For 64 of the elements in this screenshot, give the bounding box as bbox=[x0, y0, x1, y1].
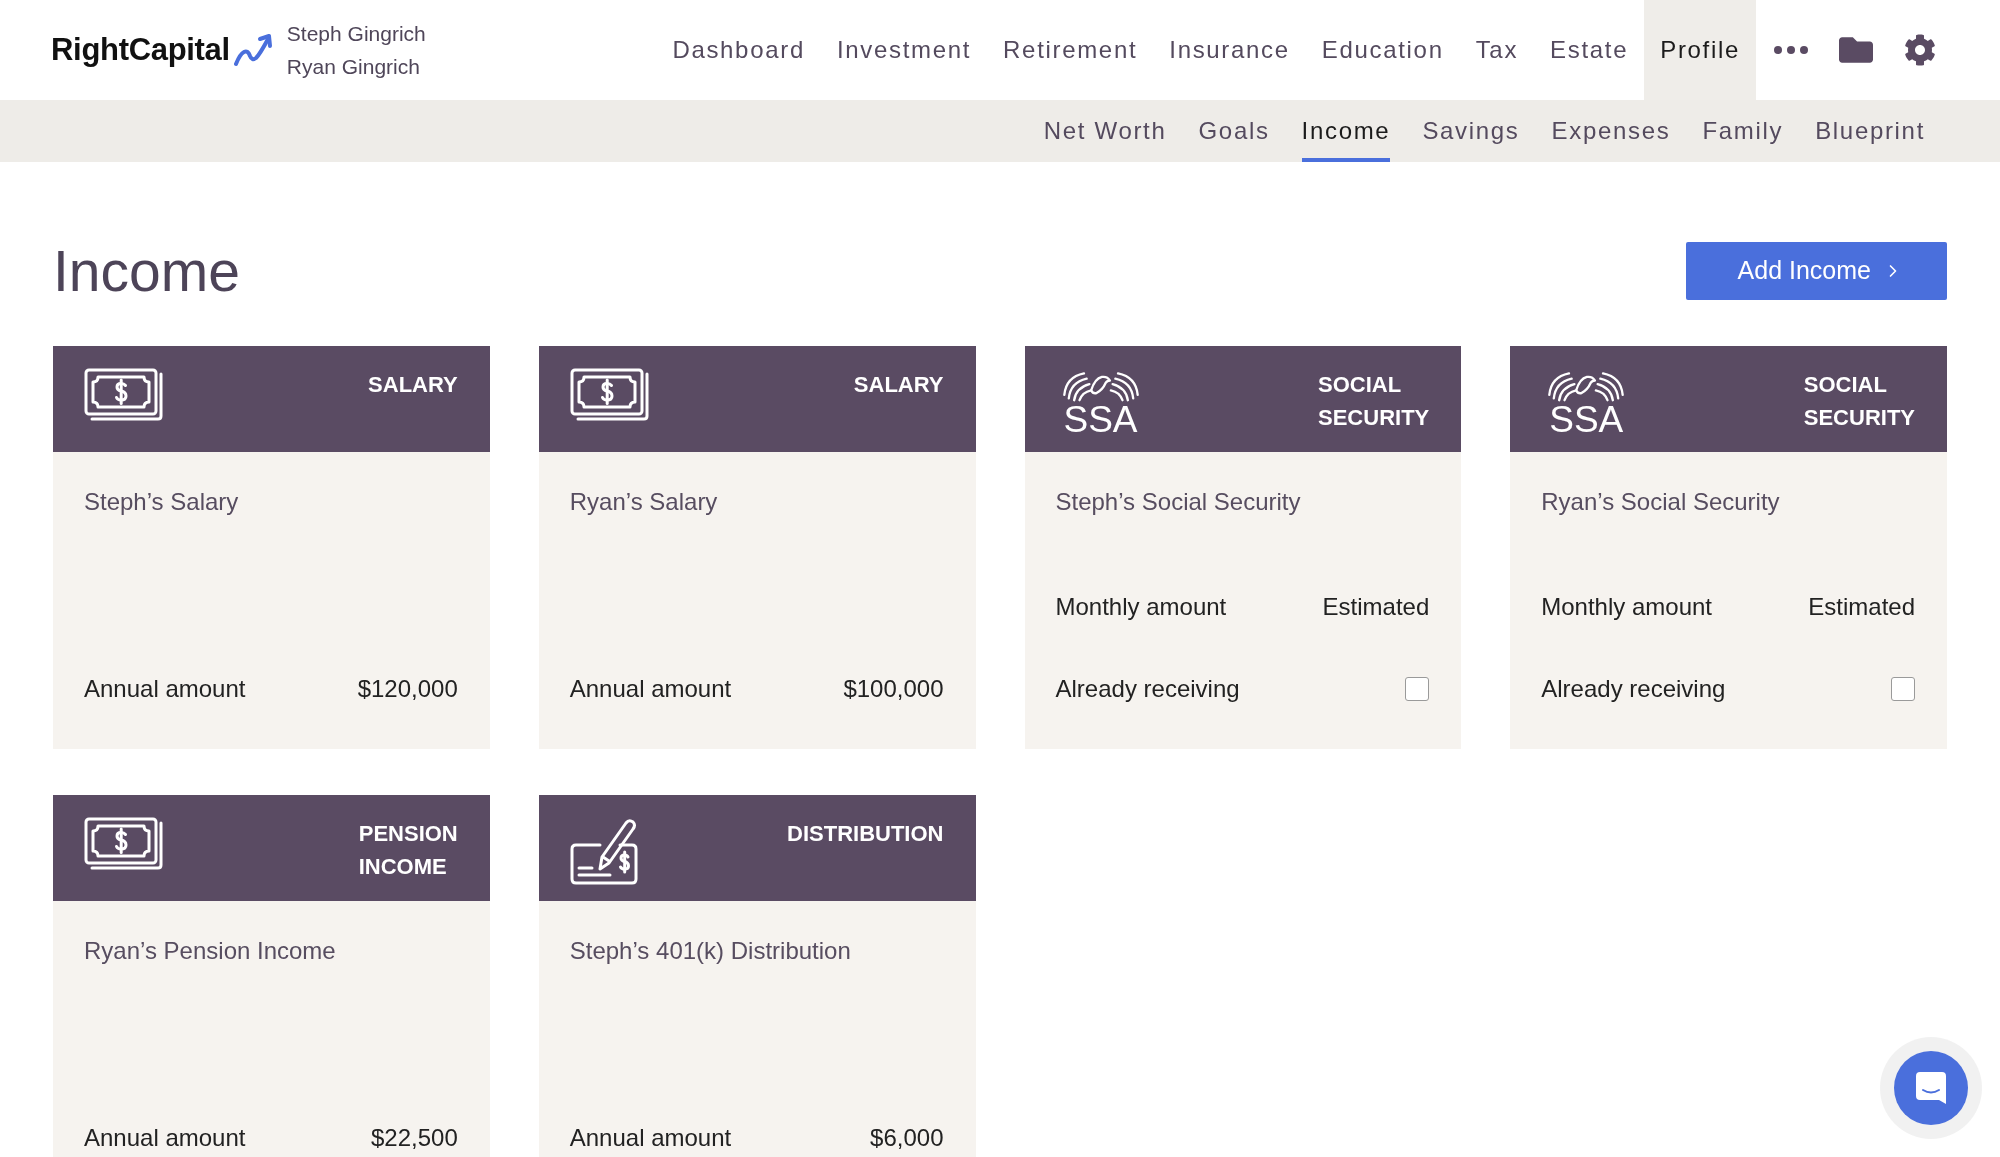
row-label: Already receiving bbox=[1055, 675, 1240, 703]
cheque-pen-icon bbox=[569, 817, 640, 885]
settings-icon[interactable] bbox=[1904, 34, 1936, 66]
sub-tab[interactable]: Savings bbox=[1422, 100, 1520, 162]
row-label: Annual amount bbox=[569, 675, 732, 703]
row-value: Estimated bbox=[1808, 593, 1915, 621]
nav-tab[interactable]: Dashboard bbox=[656, 0, 821, 100]
nav-tab[interactable]: Insurance bbox=[1153, 0, 1306, 100]
row-label: Already receiving bbox=[1541, 675, 1726, 703]
card-title: Steph’s 401(k) Distribution bbox=[569, 937, 852, 965]
logo-text: SSA bbox=[1063, 405, 1138, 435]
card-title: Steph’s Salary bbox=[84, 488, 240, 516]
nav-tab[interactable]: Profile bbox=[1644, 0, 1756, 100]
sub-tab[interactable]: Expenses bbox=[1551, 100, 1671, 162]
card-category: SALARY bbox=[853, 371, 944, 399]
card-title: Ryan’s Salary bbox=[569, 488, 719, 516]
chat-icon bbox=[1916, 1072, 1946, 1104]
income-card[interactable]: SSA SOCIAL SECURITY Steph’s Social Security Monthly amount Estimated Already receiving bbox=[1024, 346, 1462, 749]
sub-tab[interactable]: Goals bbox=[1198, 100, 1270, 162]
row-value: $120,000 bbox=[357, 675, 458, 703]
card-category: DISTRIBUTION bbox=[787, 820, 944, 848]
checkbox[interactable] bbox=[1891, 677, 1915, 701]
logo-arrow-icon bbox=[232, 33, 273, 67]
client-name: Ryan Gingrich bbox=[286, 54, 421, 80]
nav-tab[interactable]: Estate bbox=[1534, 0, 1645, 100]
row-label: Annual amount bbox=[569, 1124, 732, 1152]
card-title: Ryan’s Social Security bbox=[1541, 488, 1781, 516]
row-label: Annual amount bbox=[84, 675, 246, 703]
row-value: $100,000 bbox=[843, 675, 944, 703]
income-card[interactable]: SALARY Steph’s Salary Annual amount $120,000 bbox=[53, 346, 490, 749]
client-name: Steph Gingrich bbox=[286, 21, 426, 47]
card-title: Steph’s Social Security bbox=[1055, 488, 1302, 516]
income-card[interactable]: SSA SOCIAL SECURITY Ryan’s Social Security Monthly amount Estimated Already receiving bbox=[1510, 346, 1947, 749]
row-value: $22,500 bbox=[371, 1124, 458, 1152]
more-icon[interactable] bbox=[1774, 46, 1808, 54]
card-category: SALARY bbox=[368, 371, 458, 399]
logo-wordmark: RightCapital bbox=[51, 30, 230, 69]
card-category: SOCIAL SECURITY bbox=[1318, 371, 1430, 432]
sub-tab[interactable]: Net Worth bbox=[1043, 100, 1167, 162]
nav-tab[interactable]: Education bbox=[1305, 0, 1460, 100]
cash-icon bbox=[84, 368, 164, 422]
nav-tab[interactable]: Tax bbox=[1459, 0, 1535, 100]
logo-text: SSA bbox=[1549, 405, 1624, 435]
row-value: $6,000 bbox=[870, 1124, 944, 1152]
income-card[interactable]: SALARY Ryan’s Salary Annual amount $100,000 bbox=[538, 346, 976, 749]
card-category: SOCIAL SECURITY bbox=[1803, 371, 1915, 432]
checkbox[interactable] bbox=[1405, 677, 1430, 701]
row-label: Monthly amount bbox=[1055, 593, 1227, 621]
card-category: PENSION INCOME bbox=[358, 820, 458, 881]
row-label: Annual amount bbox=[84, 1124, 246, 1152]
income-card[interactable]: DISTRIBUTION Steph’s 401(k) Distribution Annual amount $6,000 bbox=[538, 795, 976, 1157]
row-value: Estimated bbox=[1322, 593, 1430, 621]
row-label: Monthly amount bbox=[1541, 593, 1712, 621]
sub-tab[interactable]: Blueprint bbox=[1815, 100, 1925, 162]
nav-tab[interactable]: Retirement bbox=[987, 0, 1154, 100]
card-title: Ryan’s Pension Income bbox=[84, 937, 337, 965]
add-income-button[interactable]: Add Income bbox=[1685, 242, 1947, 300]
cash-icon bbox=[569, 368, 650, 422]
sub-tab[interactable]: Income bbox=[1301, 100, 1391, 162]
nav-tab[interactable]: Investment bbox=[820, 0, 988, 100]
page-title: Income bbox=[53, 242, 240, 300]
income-card[interactable]: PENSION INCOME Ryan’s Pension Income Annual amount $22,500 bbox=[53, 795, 490, 1157]
cash-icon bbox=[84, 817, 164, 871]
sub-tab[interactable]: Family bbox=[1702, 100, 1784, 162]
